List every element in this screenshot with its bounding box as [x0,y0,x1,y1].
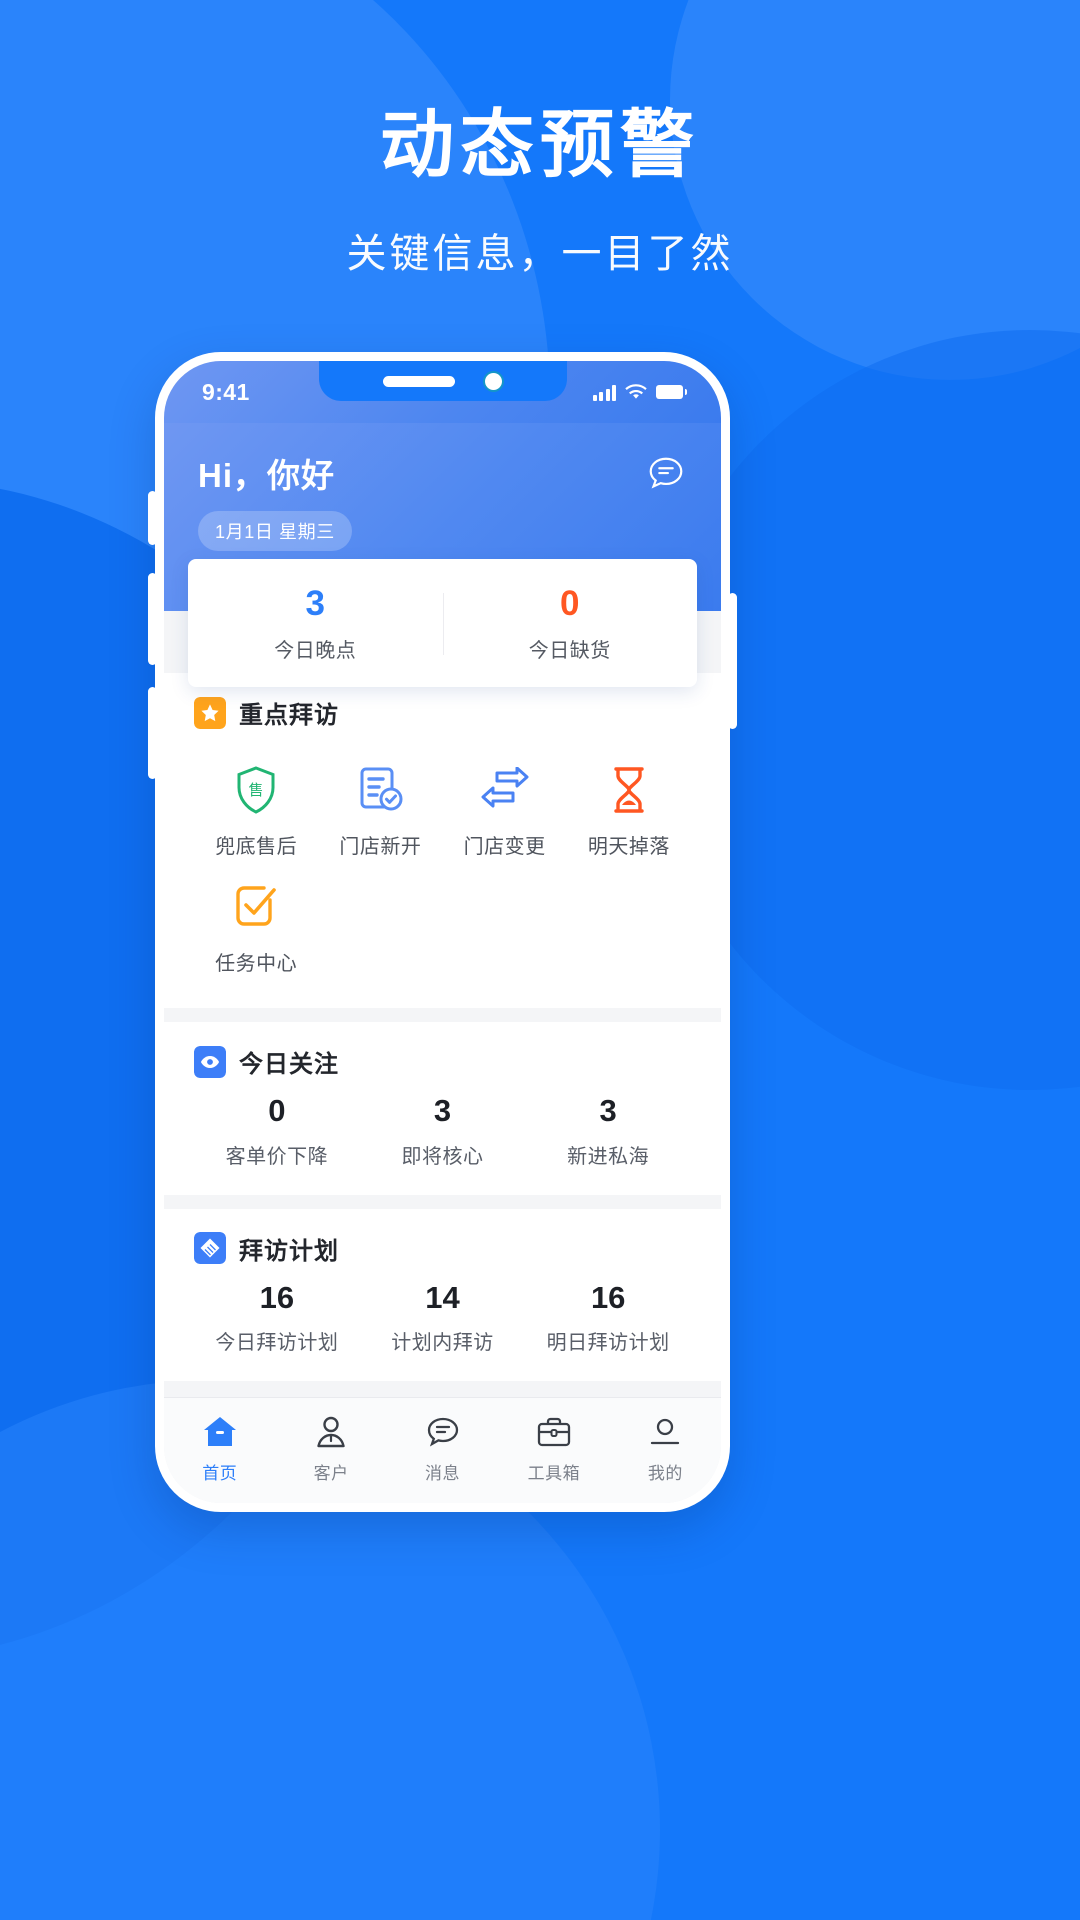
section-header: 拜访计划 [194,1231,691,1266]
wifi-icon [625,383,647,399]
content-spacer [164,1381,721,1397]
tab-messages[interactable]: 消息 [387,1412,498,1484]
metrics-row: 0 客单价下降 3 即将核心 3 新进私海 [194,1093,691,1169]
battery-icon [656,385,687,399]
metric-price-drop[interactable]: 0 客单价下降 [194,1093,360,1169]
metric-value: 16 [590,1279,626,1315]
metric-becoming-core[interactable]: 3 即将核心 [360,1093,526,1169]
stat-label: 今日缺货 [528,639,611,662]
metric-in-plan-visits[interactable]: 14 计划内拜访 [360,1280,526,1356]
tab-profile[interactable]: 我的 [610,1412,721,1484]
grid-item-task-center[interactable]: 任务中心 [194,865,318,982]
section-visit-plan: 拜访计划 16 今日拜访计划 14 计划内拜访 16 明日拜访计划 [164,1208,721,1382]
promo-title: 动态预警 [380,103,700,186]
document-check-icon [318,764,442,816]
metric-label: 客单价下降 [225,1145,329,1168]
tab-toolbox[interactable]: 工具箱 [498,1412,609,1484]
chat-bubble-icon[interactable] [645,453,687,495]
phone-volume-up-button [148,573,157,665]
home-icon [164,1412,275,1452]
tab-customers[interactable]: 客户 [275,1412,386,1484]
greeting-text: Hi，你好 [198,457,335,494]
section-title: 今日关注 [239,1051,339,1078]
phone-volume-down-button [148,687,157,779]
stat-value: 0 [560,584,580,623]
grid-item-label: 兜底售后 [215,836,298,858]
status-bar-indicators [592,383,687,401]
grid-item-label: 任务中心 [215,953,298,975]
screen-content: 重点拜访 售 兜底售后 门店新开 门店变更 明天掉落 任务中心 今日关注 0 客… [164,611,721,1397]
tab-label: 客户 [313,1463,349,1483]
metric-label: 新进私海 [567,1145,650,1168]
shield-after-sales-icon: 售 [194,764,318,816]
eye-badge-icon [194,1045,226,1078]
promo-block: 动态预警 关键信息，一目了然 [0,104,1080,279]
grid-item-drop-tomorrow[interactable]: 明天掉落 [567,748,691,865]
metric-label: 即将核心 [401,1145,484,1168]
summary-stats-card: 3 今日晚点 0 今日缺货 [188,559,697,687]
grid-item-label: 明天掉落 [587,836,670,858]
user-icon [275,1412,386,1452]
metric-label: 明日拜访计划 [546,1332,670,1355]
phone-notch [318,361,567,401]
metrics-row: 16 今日拜访计划 14 计划内拜访 16 明日拜访计划 [194,1280,691,1356]
metric-label: 计划内拜访 [391,1332,494,1355]
section-header: 今日关注 [194,1044,691,1079]
status-bar: 9:41 [164,361,721,423]
metric-value: 14 [425,1279,460,1315]
metric-value: 16 [259,1279,295,1315]
metric-value: 3 [433,1093,452,1128]
section-today-focus: 今日关注 0 客单价下降 3 即将核心 3 新进私海 [164,1022,721,1195]
metric-tomorrow-plan[interactable]: 16 明日拜访计划 [525,1280,691,1356]
front-camera [485,372,502,390]
phone-screen: 9:41 Hi，你好 1月1日 星期三 3 今日晚点 0 今日缺货 重点拜访 售… [164,361,721,1503]
grid-item-new-store[interactable]: 门店新开 [318,748,442,865]
bottom-tab-bar: 首页 客户 消息 工具箱 我的 [164,1397,721,1503]
metric-value: 3 [599,1093,617,1128]
signal-bars-icon [592,384,616,401]
diamond-badge-icon [194,1232,226,1265]
section-header: 重点拜访 [194,695,691,730]
grid-item-label: 门店变更 [463,836,546,858]
exchange-arrows-icon [443,764,567,816]
section-title: 拜访计划 [239,1237,339,1265]
earpiece-speaker [383,375,455,387]
section-key-visits: 重点拜访 售 兜底售后 门店新开 门店变更 明天掉落 任务中心 [164,673,721,1008]
message-icon [387,1412,498,1452]
stat-today-outofstock[interactable]: 0 今日缺货 [442,584,698,663]
date-badge: 1月1日 星期三 [198,511,352,551]
tab-home[interactable]: 首页 [164,1412,275,1484]
tab-label: 工具箱 [527,1463,581,1483]
grid-item-store-change[interactable]: 门店变更 [443,748,567,865]
metric-new-private-pool[interactable]: 3 新进私海 [525,1093,691,1169]
metric-value: 0 [268,1093,286,1128]
tab-label: 我的 [647,1463,683,1483]
grid-item-label: 门店新开 [339,836,422,858]
section-title: 重点拜访 [239,702,339,729]
phone-mute-switch [148,491,157,545]
profile-icon [610,1412,721,1452]
status-bar-time: 9:41 [202,378,250,405]
tab-label: 消息 [425,1463,461,1483]
phone-mockup: 9:41 Hi，你好 1月1日 星期三 3 今日晚点 0 今日缺货 重点拜访 售… [148,352,737,1512]
grid-item-after-sales[interactable]: 售 兜底售后 [194,748,318,865]
phone-power-button [728,593,737,729]
stat-value: 3 [305,584,325,623]
promo-subtitle: 关键信息，一目了然 [346,232,734,277]
checkbox-task-icon [194,881,318,933]
svg-text:售: 售 [249,782,264,799]
stat-today-late[interactable]: 3 今日晚点 [188,584,443,663]
star-badge-icon [194,696,226,729]
tab-label: 首页 [202,1463,238,1483]
toolbox-icon [498,1412,609,1452]
quick-action-grid: 售 兜底售后 门店新开 门店变更 明天掉落 任务中心 [194,748,691,982]
stat-label: 今日晚点 [274,639,357,662]
metric-label: 今日拜访计划 [215,1332,339,1355]
hourglass-icon [567,764,691,816]
metric-today-plan[interactable]: 16 今日拜访计划 [194,1280,360,1356]
